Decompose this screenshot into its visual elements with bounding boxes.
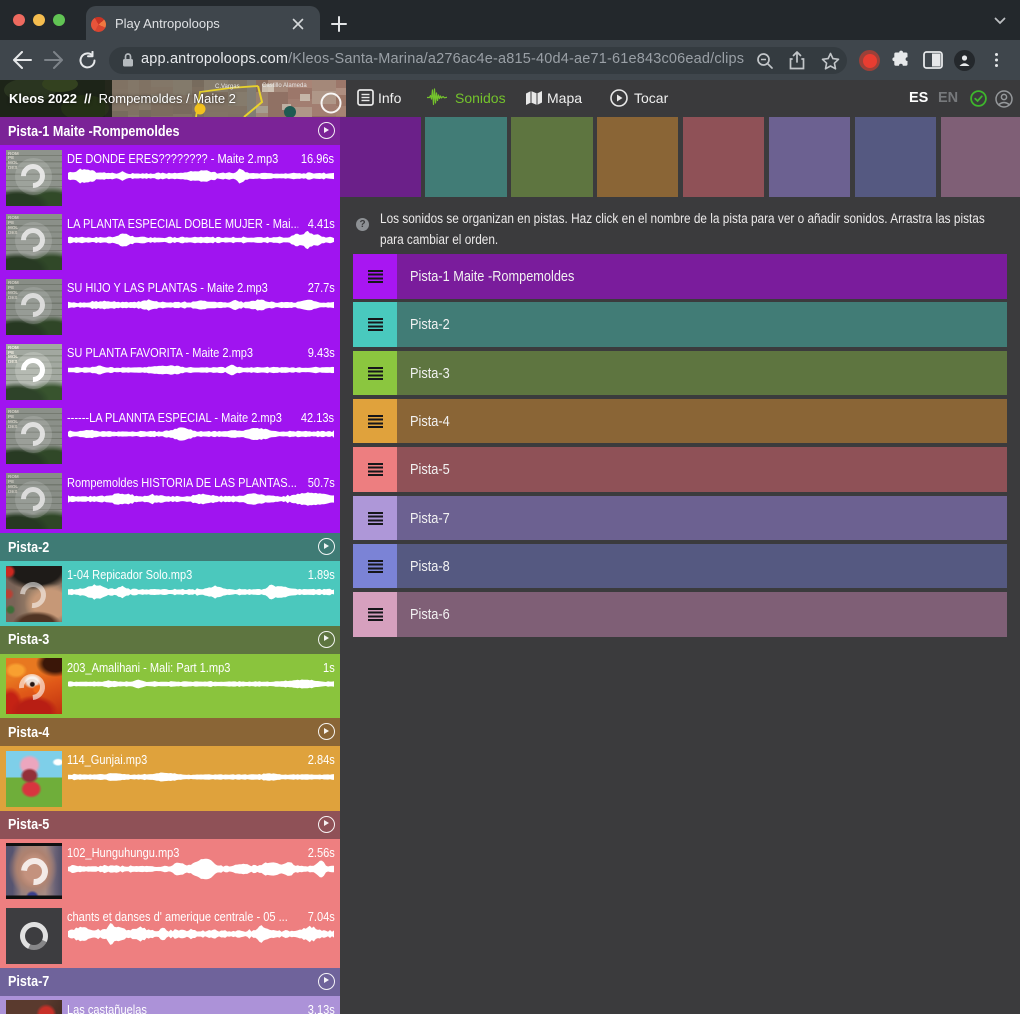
svg-text:Castillo Alameda: Castillo Alameda xyxy=(262,83,307,89)
svg-text:C.Vargas: C.Vargas xyxy=(215,84,240,90)
